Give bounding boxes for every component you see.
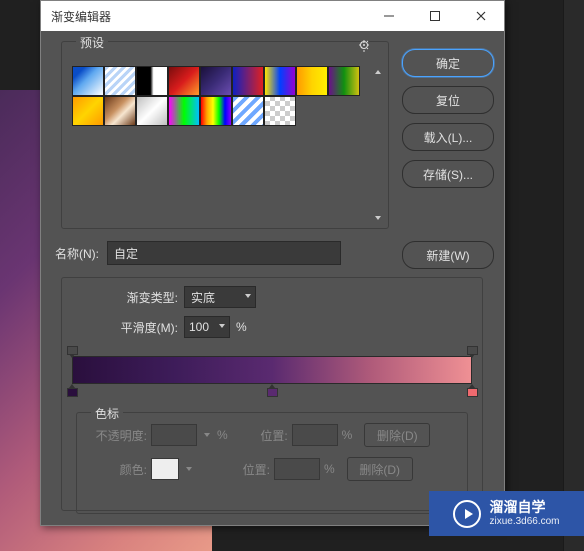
- preset-swatch[interactable]: [136, 66, 168, 96]
- scroll-up-icon[interactable]: [370, 64, 386, 80]
- preset-swatch[interactable]: [72, 66, 104, 96]
- preset-swatch[interactable]: [296, 66, 328, 96]
- opacity-pos-field[interactable]: [292, 424, 338, 446]
- percent-label: %: [217, 428, 228, 442]
- presets-scrollbar[interactable]: [370, 64, 386, 226]
- preset-swatch[interactable]: [232, 66, 264, 96]
- color-stop[interactable]: [267, 384, 278, 396]
- color-picker-caret-icon[interactable]: [183, 459, 195, 479]
- percent-label: %: [324, 462, 335, 476]
- grad-type-label: 渐变类型:: [72, 289, 178, 306]
- preset-swatch[interactable]: [168, 66, 200, 96]
- watermark: 溜溜自学 zixue.3d66.com: [429, 491, 584, 536]
- smoothness-label: 平滑度(M):: [72, 319, 178, 336]
- watermark-title: 溜溜自学: [489, 500, 559, 515]
- smoothness-input[interactable]: 100: [184, 316, 230, 338]
- presets-panel: 预设: [61, 41, 389, 229]
- opacity-stops-track[interactable]: [72, 346, 472, 356]
- name-row: 名称(N):: [55, 241, 341, 265]
- color-stop[interactable]: [67, 384, 78, 396]
- stops-label: 色标: [91, 405, 123, 422]
- preset-swatch[interactable]: [104, 96, 136, 126]
- opacity-field[interactable]: [151, 424, 197, 446]
- name-label: 名称(N):: [55, 245, 99, 262]
- preset-swatch[interactable]: [264, 66, 296, 96]
- grad-type-select[interactable]: 实底: [184, 286, 256, 308]
- gradient-editor: [72, 346, 472, 406]
- gradient-editor-dialog: 渐变编辑器 预设 确定 复位: [40, 0, 505, 526]
- name-input[interactable]: [107, 241, 341, 265]
- color-pos-field[interactable]: [274, 458, 320, 480]
- close-button[interactable]: [458, 1, 504, 31]
- preset-swatch[interactable]: [136, 96, 168, 126]
- ok-button[interactable]: 确定: [402, 49, 494, 77]
- preset-swatch[interactable]: [200, 96, 232, 126]
- presets-menu-icon[interactable]: [358, 38, 372, 52]
- opacity-label: 不透明度:: [87, 427, 147, 444]
- opacity-stop[interactable]: [67, 346, 78, 357]
- color-stops-track[interactable]: [72, 384, 472, 396]
- opacity-stepper-icon[interactable]: [201, 425, 213, 445]
- presets-label: 预设: [76, 34, 108, 51]
- save-button[interactable]: 存储(S)...: [402, 160, 494, 188]
- color-stop[interactable]: [467, 384, 478, 396]
- preset-swatch[interactable]: [328, 66, 360, 96]
- preset-swatch[interactable]: [232, 96, 264, 126]
- new-button[interactable]: 新建(W): [402, 241, 494, 269]
- delete-opacity-stop-button[interactable]: 删除(D): [364, 423, 430, 447]
- preset-swatch[interactable]: [264, 96, 296, 126]
- scroll-down-icon[interactable]: [370, 210, 386, 226]
- preset-swatch[interactable]: [104, 66, 136, 96]
- reset-button[interactable]: 复位: [402, 86, 494, 114]
- preset-swatch[interactable]: [168, 96, 200, 126]
- minimize-button[interactable]: [366, 1, 412, 31]
- presets-grid: [62, 52, 370, 136]
- load-button[interactable]: 载入(L)...: [402, 123, 494, 151]
- opacity-stop[interactable]: [467, 346, 478, 357]
- preset-swatch[interactable]: [200, 66, 232, 96]
- app-right-sidebar: [563, 0, 584, 551]
- stops-subpanel: 色标 不透明度: % 位置: % 删除(D) 颜色: 位置:: [76, 412, 468, 514]
- maximize-button[interactable]: [412, 1, 458, 31]
- percent-label: %: [236, 320, 247, 334]
- position-label: 位置:: [214, 461, 270, 478]
- delete-color-stop-button[interactable]: 删除(D): [347, 457, 413, 481]
- preset-swatch[interactable]: [72, 96, 104, 126]
- dialog-buttons: 确定 复位 载入(L)... 存储(S)...: [402, 49, 494, 197]
- window-title: 渐变编辑器: [41, 8, 366, 25]
- color-swatch-field[interactable]: [151, 458, 179, 480]
- color-label: 颜色:: [87, 461, 147, 478]
- watermark-url: zixue.3d66.com: [489, 516, 559, 527]
- gradient-bar[interactable]: [72, 356, 472, 384]
- percent-label: %: [342, 428, 353, 442]
- titlebar[interactable]: 渐变编辑器: [41, 1, 504, 31]
- play-icon: [453, 500, 481, 528]
- position-label: 位置:: [232, 427, 288, 444]
- gradient-panel: 渐变类型: 实底 平滑度(M): 100 % 色标 不透明度: %: [61, 277, 483, 511]
